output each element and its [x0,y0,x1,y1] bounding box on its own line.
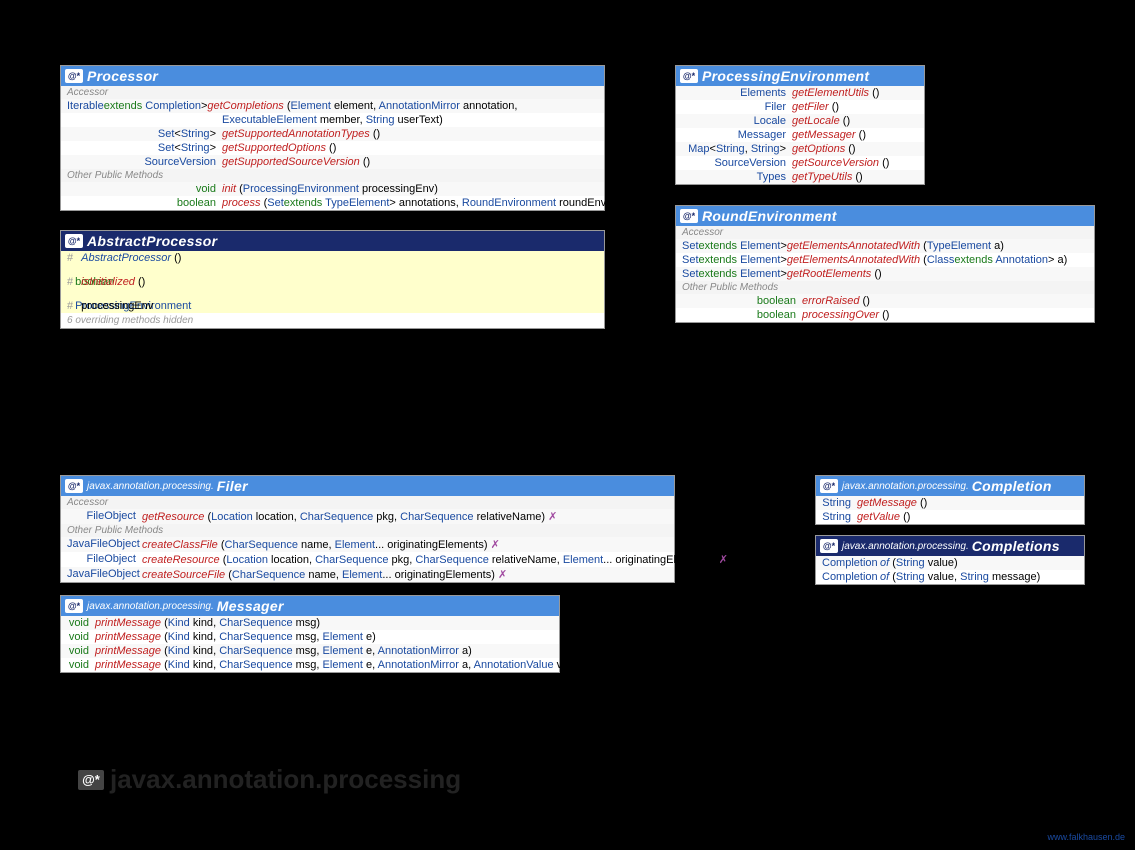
method-row: SourceVersiongetSourceVersion () [676,156,924,170]
interface-icon: @* [680,209,698,223]
header-completion: @* javax.annotation.processing. Completi… [816,476,1084,496]
method-row: #booleanisInitialized () [61,275,604,289]
method-row: ElementsgetElementUtils () [676,86,924,100]
rows-accessor: FileObjectgetResource (Location location… [61,509,674,524]
section-other: Other Public Methods [61,169,604,182]
method-row: voidprintMessage (Kind kind, CharSequenc… [61,658,559,672]
method-row: Set<String>getSupportedAnnotationTypes (… [61,127,604,141]
method-row: booleanprocess (Setextends TypeElement> … [61,196,604,210]
box-completions: @* javax.annotation.processing. Completi… [815,535,1085,585]
title: Filer [217,478,248,494]
rows-other: booleanerrorRaised ()booleanprocessingOv… [676,294,1094,322]
rows: #AbstractProcessor () #booleanisInitializ… [61,251,604,313]
method-row: Map<String, String>getOptions () [676,142,924,156]
box-messager: @* javax.annotation.processing. Messager… [60,595,560,673]
section-accessor: Accessor [676,226,1094,239]
header-processor: @* Processor [61,66,604,86]
interface-icon: @* [680,69,698,83]
rows: ElementsgetElementUtils ()FilergetFiler … [676,86,924,184]
package-icon: @* [78,770,104,790]
method-row: Completionof (String value) [816,556,1084,570]
box-abstract-processor: @* AbstractProcessor #AbstractProcessor … [60,230,605,329]
header-completions: @* javax.annotation.processing. Completi… [816,536,1084,556]
rows-accessor: Setextends Element>getElementsAnnotatedW… [676,239,1094,281]
interface-icon: @* [65,479,83,493]
box-round-env: @* RoundEnvironment Accessor Setextends … [675,205,1095,323]
box-processing-env: @* ProcessingEnvironment ElementsgetElem… [675,65,925,185]
section-other: Other Public Methods [676,281,1094,294]
method-row: StringgetMessage () [816,496,1084,510]
title: Messager [217,598,284,614]
method-row: Iterableextends Completion>getCompletion… [61,99,604,113]
title: ProcessingEnvironment [702,68,869,84]
method-row: FileObjectgetResource (Location location… [61,509,674,524]
method-row: TypesgetTypeUtils () [676,170,924,184]
method-row: voidprintMessage (Kind kind, CharSequenc… [61,630,559,644]
package-name: javax.annotation.processing [110,764,461,795]
method-row: StringgetValue () [816,510,1084,524]
method-row: Setextends Element>getRootElements () [676,267,1094,281]
method-row: voidinit (ProcessingEnvironment processi… [61,182,604,196]
method-row: FileObjectcreateResource (Location locat… [61,552,674,567]
section-accessor: Accessor [61,496,674,509]
rows: voidprintMessage (Kind kind, CharSequenc… [61,616,559,672]
note: 6 overriding methods hidden [61,313,604,328]
method-row: Setextends Element>getElementsAnnotatedW… [676,239,1094,253]
method-row: #ProcessingEnvironmentprocessingEnv [61,299,604,313]
method-row: voidprintMessage (Kind kind, CharSequenc… [61,644,559,658]
method-row: SourceVersiongetSupportedSourceVersion (… [61,155,604,169]
title: Processor [87,68,158,84]
rows: Completionof (String value)Completionof … [816,556,1084,584]
method-row: JavaFileObjectcreateSourceFile (CharSequ… [61,567,674,582]
method-row: MessagergetMessager () [676,128,924,142]
box-filer: @* javax.annotation.processing. Filer Ac… [60,475,675,583]
package-prefix: javax.annotation.processing. [87,601,214,612]
rows-accessor: Iterableextends Completion>getCompletion… [61,99,604,169]
title: AbstractProcessor [87,233,217,249]
header-processing-env: @* ProcessingEnvironment [676,66,924,86]
section-accessor: Accessor [61,86,604,99]
method-row: Setextends Element>getElementsAnnotatedW… [676,253,1094,267]
box-completion: @* javax.annotation.processing. Completi… [815,475,1085,525]
method-row: FilergetFiler () [676,100,924,114]
title: Completions [972,538,1060,554]
method-row: ExecutableElement member, String userTex… [61,113,604,127]
interface-icon: @* [65,69,83,83]
rows-other: voidinit (ProcessingEnvironment processi… [61,182,604,210]
method-row: JavaFileObjectcreateClassFile (CharSeque… [61,537,674,552]
package-title: @* javax.annotation.processing [78,764,461,795]
method-row: booleanprocessingOver () [676,308,1094,322]
package-prefix: javax.annotation.processing. [842,481,969,492]
header-round-env: @* RoundEnvironment [676,206,1094,226]
method-row: booleanerrorRaised () [676,294,1094,308]
section-other: Other Public Methods [61,524,674,537]
title: Completion [972,478,1052,494]
credit-link[interactable]: www.falkhausen.de [1047,832,1125,842]
method-row: #AbstractProcessor () [61,251,604,265]
method-row: Set<String>getSupportedOptions () [61,141,604,155]
method-row: voidprintMessage (Kind kind, CharSequenc… [61,616,559,630]
class-icon: @* [820,539,838,553]
package-prefix: javax.annotation.processing. [87,481,214,492]
interface-icon: @* [65,599,83,613]
box-processor: @* Processor Accessor Iterableextends Co… [60,65,605,211]
header-filer: @* javax.annotation.processing. Filer [61,476,674,496]
header-messager: @* javax.annotation.processing. Messager [61,596,559,616]
rows: StringgetMessage ()StringgetValue () [816,496,1084,524]
class-icon: @* [65,234,83,248]
rows-other: JavaFileObjectcreateClassFile (CharSeque… [61,537,674,582]
header-abstract-processor: @* AbstractProcessor [61,231,604,251]
package-prefix: javax.annotation.processing. [842,541,969,552]
title: RoundEnvironment [702,208,837,224]
method-row: LocalegetLocale () [676,114,924,128]
method-row: Completionof (String value, String messa… [816,570,1084,584]
interface-icon: @* [820,479,838,493]
